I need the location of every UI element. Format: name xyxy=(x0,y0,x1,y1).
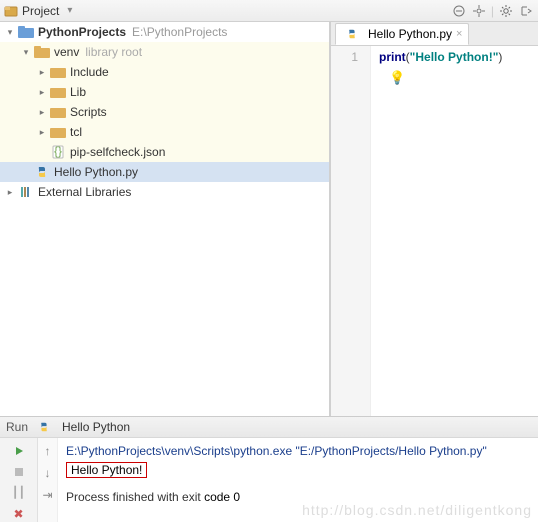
tree-venv[interactable]: ▾ venv library root xyxy=(0,42,329,62)
folder-label: tcl xyxy=(70,125,82,139)
tree-project-root[interactable]: ▾ PythonProjects E:\PythonProjects xyxy=(0,22,329,42)
run-label: Run xyxy=(6,420,28,434)
tree-file-selfcheck[interactable]: {} pip-selfcheck.json xyxy=(0,142,329,162)
up-arrow-icon[interactable]: ↑ xyxy=(45,444,51,458)
folder-icon xyxy=(18,25,34,39)
project-path: E:\PythonProjects xyxy=(132,25,227,39)
folder-icon xyxy=(50,85,66,99)
stop-icon[interactable] xyxy=(13,466,25,478)
json-file-icon: {} xyxy=(50,145,66,159)
run-toolwindow-header[interactable]: Run Hello Python xyxy=(0,416,538,438)
target-icon[interactable] xyxy=(471,3,487,19)
export-icon[interactable]: ⇥ xyxy=(42,488,52,502)
tree-external-libraries[interactable]: ▸ External Libraries xyxy=(0,182,329,202)
rerun-icon[interactable] xyxy=(12,444,26,458)
folder-icon xyxy=(50,125,66,139)
collapse-icon[interactable] xyxy=(451,3,467,19)
main-area: ▾ PythonProjects E:\PythonProjects ▾ ven… xyxy=(0,22,538,416)
libraries-icon xyxy=(18,185,34,199)
project-name: PythonProjects xyxy=(38,25,126,39)
project-toolbar: Project ▾ | xyxy=(0,0,538,22)
file-label: pip-selfcheck.json xyxy=(70,145,165,159)
console-command: E:\PythonProjects\venv\Scripts\python.ex… xyxy=(66,444,530,458)
folder-label: Lib xyxy=(70,85,86,99)
pause-icon[interactable]: ┃┃ xyxy=(12,486,25,499)
python-file-icon xyxy=(344,27,360,41)
run-nav-gutter: ↑ ↓ ⇥ xyxy=(38,438,58,522)
line-gutter: 1 xyxy=(331,46,371,416)
code-fn: print xyxy=(379,50,406,64)
console-stdout: Hello Python! xyxy=(66,462,147,478)
tree-file-hello-python[interactable]: Hello Python.py xyxy=(0,162,329,182)
editor-tab-bar: Hello Python.py × xyxy=(331,22,538,46)
tree-folder-lib[interactable]: ▸ Lib xyxy=(0,82,329,102)
folder-label: Scripts xyxy=(70,105,107,119)
svg-text:{}: {} xyxy=(54,145,62,158)
editor-tab[interactable]: Hello Python.py × xyxy=(335,23,469,45)
python-file-icon xyxy=(34,165,50,179)
folder-label: Include xyxy=(70,65,109,79)
run-config-name: Hello Python xyxy=(62,420,130,434)
tab-close-icon[interactable]: × xyxy=(456,28,462,40)
python-icon xyxy=(36,420,52,434)
dropdown-arrow-icon[interactable]: ▾ xyxy=(67,5,72,16)
project-tree[interactable]: ▾ PythonProjects E:\PythonProjects ▾ ven… xyxy=(0,22,330,416)
venv-label: venv xyxy=(54,45,79,59)
line-number: 1 xyxy=(331,50,358,64)
down-arrow-icon[interactable]: ↓ xyxy=(45,466,51,480)
file-label: Hello Python.py xyxy=(54,165,138,179)
intention-bulb-icon[interactable]: 💡 xyxy=(389,70,502,86)
folder-icon xyxy=(50,65,66,79)
library-folder-icon xyxy=(34,45,50,59)
project-icon xyxy=(4,4,18,18)
code-string: "Hello Python!" xyxy=(410,50,499,64)
console-exit-line: Process finished with exit code 0 xyxy=(66,490,530,504)
run-toolwindow-body: ┃┃ ✖ ↑ ↓ ⇥ E:\PythonProjects\venv\Script… xyxy=(0,438,538,522)
venv-hint: library root xyxy=(85,45,142,59)
code-editor[interactable]: 1 print("Hello Python!") 💡 xyxy=(331,46,538,416)
run-action-gutter: ┃┃ ✖ xyxy=(0,438,38,522)
console-output[interactable]: E:\PythonProjects\venv\Scripts\python.ex… xyxy=(58,438,538,522)
project-toolbar-title: Project xyxy=(22,4,59,18)
close-console-icon[interactable]: ✖ xyxy=(13,507,23,521)
editor-pane: Hello Python.py × 1 print("Hello Python!… xyxy=(330,22,538,416)
hide-icon[interactable] xyxy=(518,3,534,19)
folder-icon xyxy=(50,105,66,119)
watermark-text: http://blog.csdn.net/diligentkong xyxy=(302,502,532,518)
settings-gear-icon[interactable] xyxy=(498,3,514,19)
toolbar-separator: | xyxy=(491,4,494,18)
code-content[interactable]: print("Hello Python!") 💡 xyxy=(371,46,510,416)
tree-folder-include[interactable]: ▸ Include xyxy=(0,62,329,82)
tree-folder-tcl[interactable]: ▸ tcl xyxy=(0,122,329,142)
tab-label: Hello Python.py xyxy=(368,27,452,41)
tree-folder-scripts[interactable]: ▸ Scripts xyxy=(0,102,329,122)
ext-lib-label: External Libraries xyxy=(38,185,131,199)
